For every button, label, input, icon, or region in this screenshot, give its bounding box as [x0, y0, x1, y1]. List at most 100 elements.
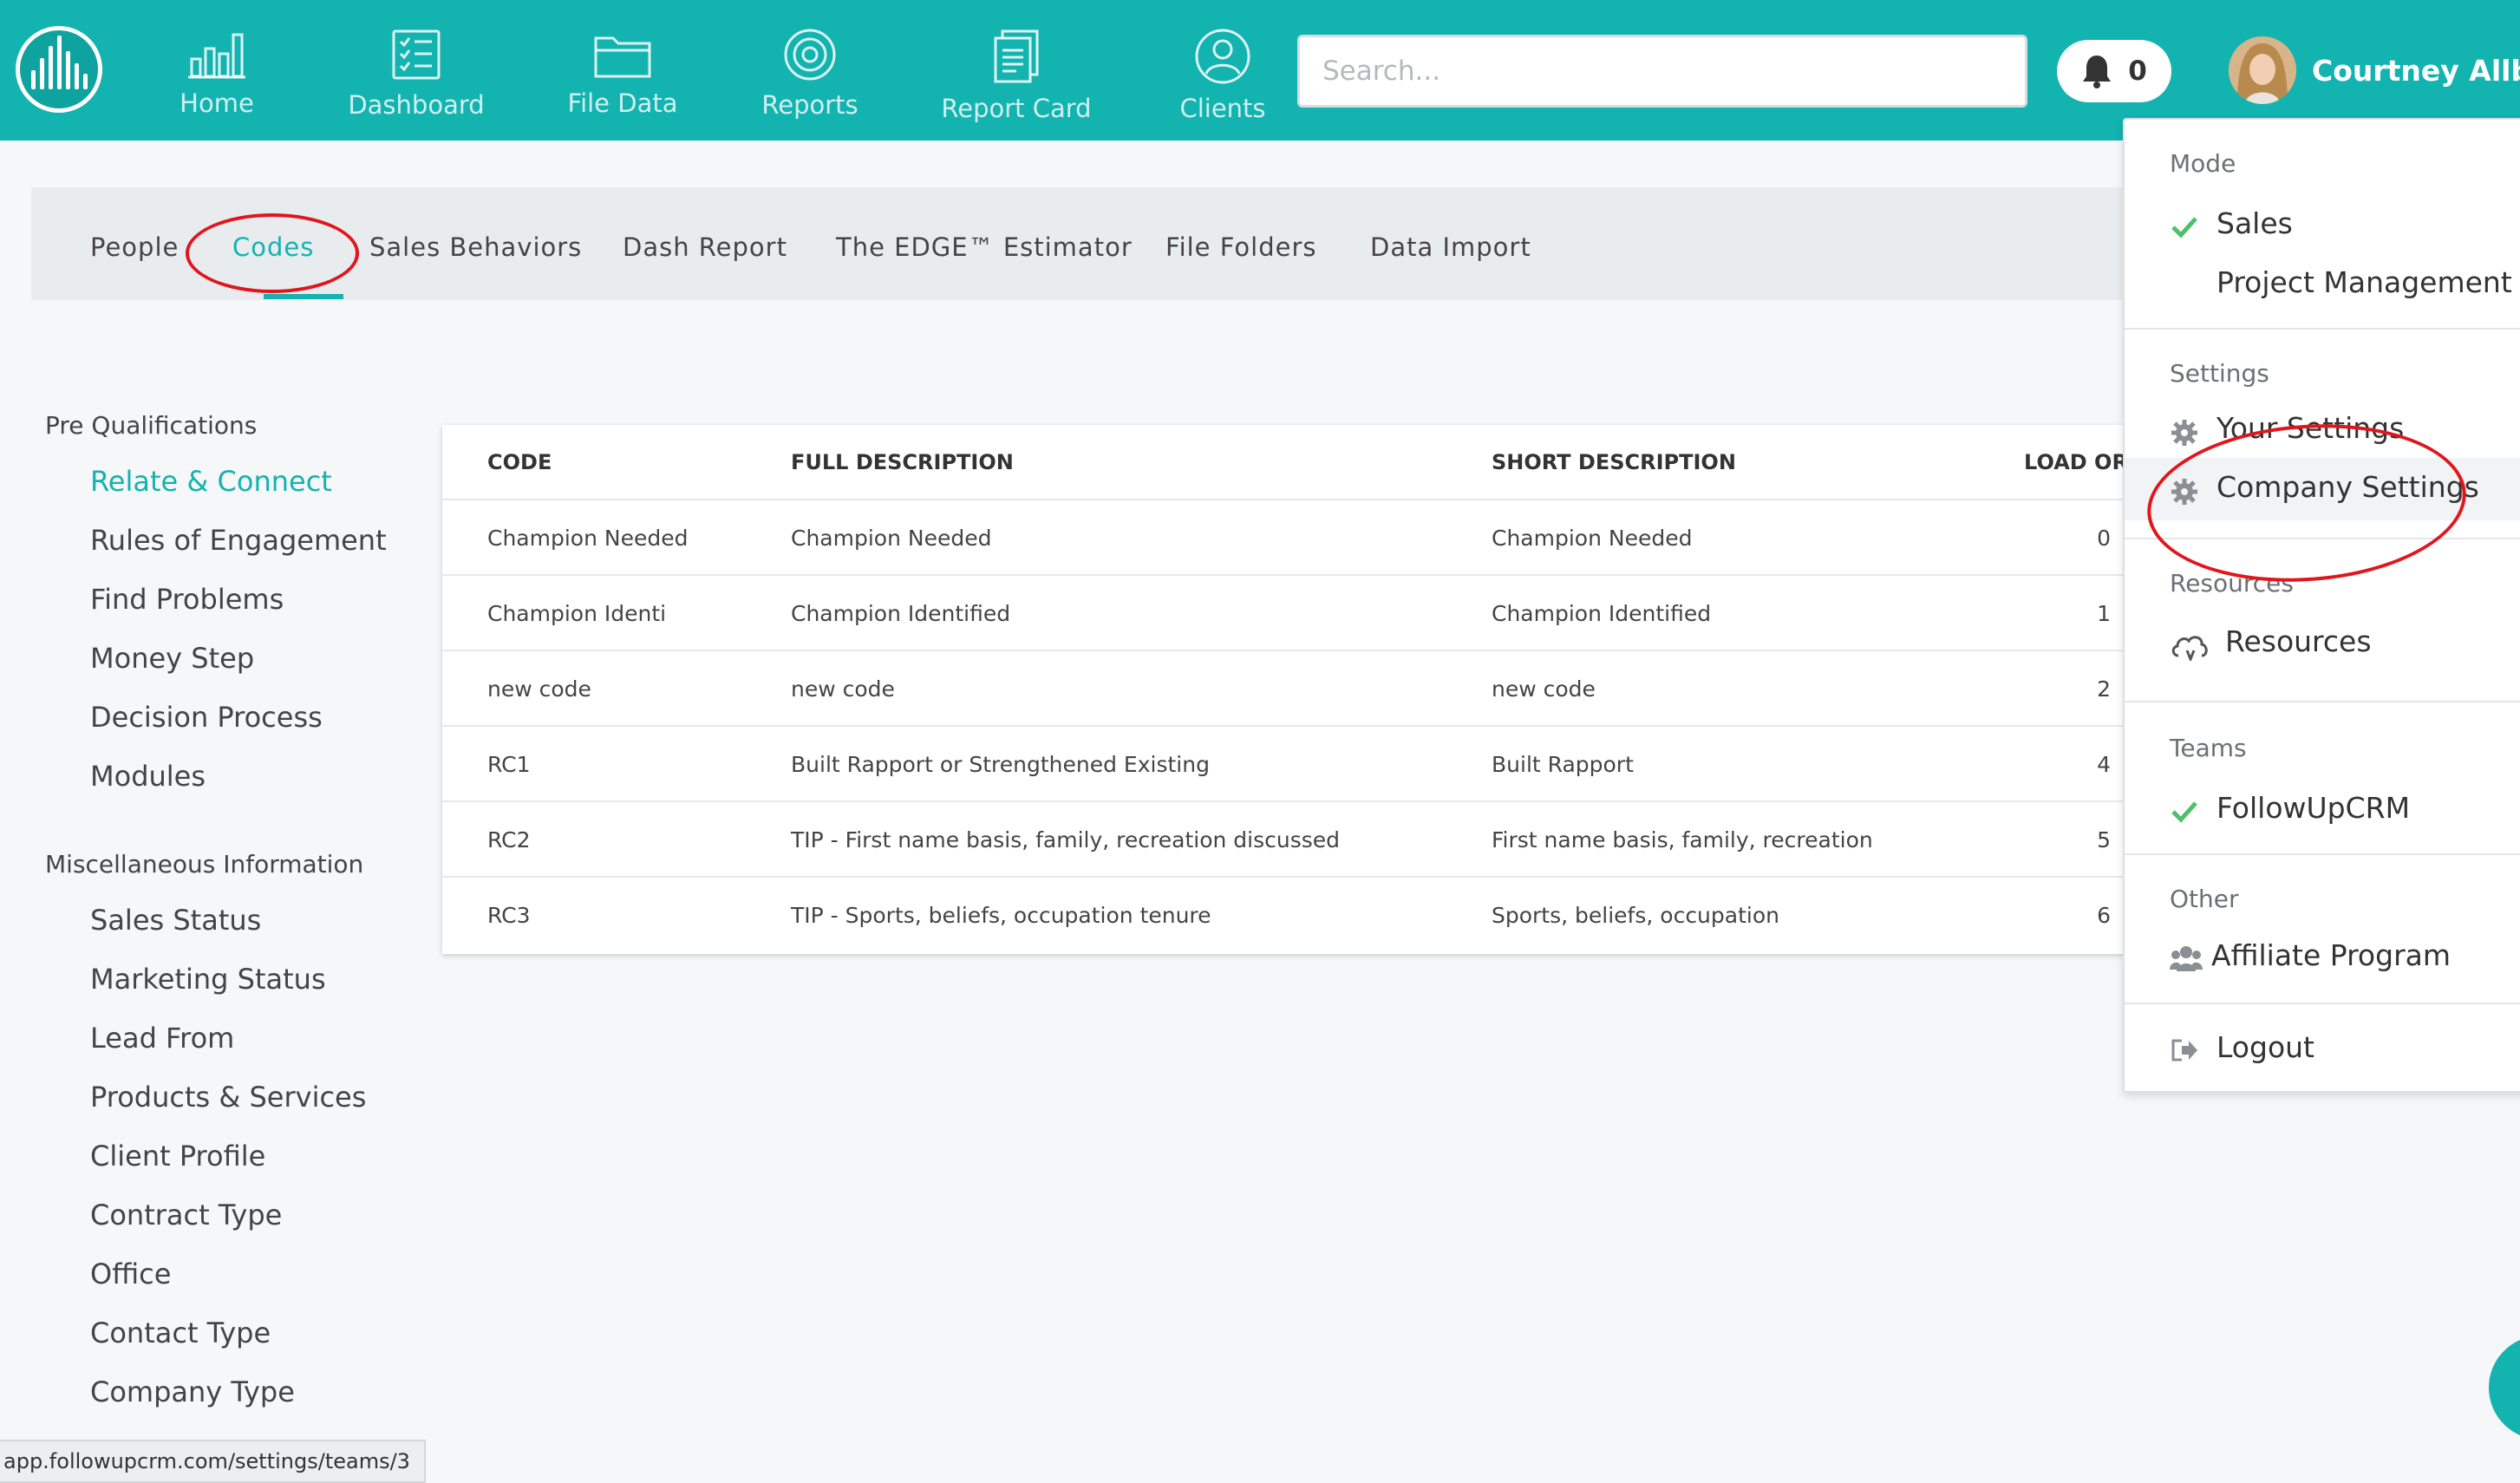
column-header-short-description[interactable]: SHORT DESCRIPTION — [1492, 425, 1736, 500]
cell-full-description: Champion Needed — [791, 526, 992, 551]
sidebar-item-contract-type[interactable]: Contract Type — [90, 1199, 282, 1231]
sidebar-item-relate-connect[interactable]: Relate & Connect — [90, 465, 332, 498]
menu-item-mode-sales[interactable]: Sales — [2216, 206, 2293, 240]
dropdown-section-settings: Settings — [2170, 359, 2269, 388]
sidebar-item-company-type[interactable]: Company Type — [90, 1375, 295, 1408]
logout-icon — [2171, 1039, 2197, 1062]
sidebar-item-rules-of-engagement[interactable]: Rules of Engagement — [90, 524, 387, 557]
codes-table: CODE FULL DESCRIPTION SHORT DESCRIPTION … — [442, 425, 2177, 954]
nav-dashboard-label: Dashboard — [348, 90, 485, 120]
nav-reports-label: Reports — [761, 90, 858, 120]
sidebar-item-marketing-status[interactable]: Marketing Status — [90, 963, 326, 996]
tab-people[interactable]: People — [90, 232, 179, 262]
dropdown-section-mode: Mode — [2170, 149, 2236, 178]
checklist-icon — [392, 29, 441, 80]
cell-load-order: 6 — [2097, 903, 2111, 928]
app-root: Home Dashboard File Data Reports Report — [0, 0, 2520, 1483]
sidebar-item-find-problems[interactable]: Find Problems — [90, 583, 284, 616]
table-header-row: CODE FULL DESCRIPTION SHORT DESCRIPTION … — [442, 425, 2177, 500]
table-row[interactable]: RC1 Built Rapport or Strengthened Existi… — [442, 727, 2177, 802]
cell-code: Champion Identi — [487, 601, 667, 626]
cell-load-order: 0 — [2097, 526, 2111, 551]
cell-full-description: Champion Identified — [791, 601, 1011, 626]
nav-file-data-label: File Data — [567, 88, 678, 118]
sidebar-item-client-profile[interactable]: Client Profile — [90, 1140, 265, 1173]
folder-icon — [594, 36, 651, 78]
tab-edge-estimator[interactable]: The EDGE™ Estimator — [836, 232, 1133, 262]
sidebar-item-contact-type[interactable]: Contact Type — [90, 1316, 271, 1349]
cloud-icon — [2171, 636, 2208, 661]
dropdown-divider — [2125, 1003, 2520, 1004]
active-tab-indicator — [264, 294, 343, 299]
user-dropdown-menu: Mode Sales Project Management Settings Y… — [2123, 118, 2520, 1093]
sidebar-item-modules[interactable]: Modules — [90, 760, 206, 793]
cell-full-description: TIP - Sports, beliefs, occupation tenure — [791, 903, 1211, 928]
nav-clients[interactable]: Clients — [1145, 28, 1301, 132]
menu-item-team-followupcrm[interactable]: FollowUpCRM — [2216, 791, 2410, 825]
sidebar-item-money-step[interactable]: Money Step — [90, 642, 254, 675]
check-icon — [2171, 217, 2197, 238]
nav-dashboard[interactable]: Dashboard — [338, 28, 494, 132]
cell-code: Champion Needed — [487, 526, 689, 551]
cell-short-description: Sports, beliefs, occupation — [1492, 903, 1779, 928]
menu-item-logout[interactable]: Logout — [2216, 1030, 2314, 1064]
sidebar-section-misc-information: Miscellaneous Information — [45, 850, 364, 879]
dropdown-divider — [2125, 701, 2520, 702]
cell-short-description: Champion Identified — [1492, 601, 1712, 626]
notifications-button[interactable]: 0 — [2057, 40, 2171, 102]
nav-report-card-label: Report Card — [941, 94, 1092, 123]
cell-code: RC3 — [487, 903, 531, 928]
nav-home[interactable]: Home — [139, 28, 295, 132]
chat-widget-button[interactable] — [2489, 1336, 2520, 1440]
tab-sales-behaviors[interactable]: Sales Behaviors — [369, 232, 582, 262]
menu-item-mode-project-management[interactable]: Project Management — [2216, 265, 2512, 299]
menu-item-affiliate-program[interactable]: Affiliate Program — [2211, 938, 2451, 972]
user-name[interactable]: Courtney Allbee — [2312, 54, 2520, 88]
sidebar-item-lead-from[interactable]: Lead From — [90, 1022, 234, 1055]
sidebar-item-office[interactable]: Office — [90, 1258, 171, 1290]
cell-full-description: Built Rapport or Strengthened Existing — [791, 752, 1210, 777]
search-input[interactable] — [1297, 35, 2027, 108]
dropdown-section-other: Other — [2170, 885, 2239, 913]
table-row[interactable]: Champion Needed Champion Needed Champion… — [442, 500, 2177, 576]
user-avatar[interactable] — [2229, 36, 2296, 104]
table-row[interactable]: RC2 TIP - First name basis, family, recr… — [442, 802, 2177, 878]
target-icon — [784, 29, 836, 81]
cell-load-order: 2 — [2097, 676, 2111, 702]
table-row[interactable]: Champion Identi Champion Identified Cham… — [442, 576, 2177, 651]
nav-reports[interactable]: Reports — [732, 28, 888, 132]
cell-short-description: new code — [1492, 676, 1596, 702]
nav-home-label: Home — [180, 88, 254, 118]
bar-chart-icon — [188, 33, 245, 79]
nav-report-card[interactable]: Report Card — [938, 28, 1094, 132]
status-bar-url: app.followupcrm.com/settings/teams/3 — [0, 1440, 426, 1483]
annotation-circle-codes — [186, 213, 359, 293]
tab-dash-report[interactable]: Dash Report — [623, 232, 787, 262]
cell-load-order: 1 — [2097, 601, 2111, 626]
cell-code: RC2 — [487, 827, 531, 853]
sidebar-item-decision-process[interactable]: Decision Process — [90, 701, 323, 734]
dropdown-divider — [2125, 853, 2520, 855]
nav-clients-label: Clients — [1179, 94, 1266, 123]
users-group-icon — [2170, 946, 2203, 971]
tab-file-folders[interactable]: File Folders — [1165, 232, 1316, 262]
table-row[interactable]: new code new code new code 2 — [442, 651, 2177, 727]
gear-icon — [2171, 420, 2197, 446]
bell-icon — [2083, 56, 2112, 88]
nav-file-data[interactable]: File Data — [545, 28, 701, 132]
cell-load-order: 4 — [2097, 752, 2111, 777]
cell-load-order: 5 — [2097, 827, 2111, 853]
app-logo-icon[interactable] — [16, 26, 102, 113]
cell-full-description: new code — [791, 676, 895, 702]
column-header-code[interactable]: CODE — [487, 425, 552, 500]
table-row[interactable]: RC3 TIP - Sports, beliefs, occupation te… — [442, 878, 2177, 953]
column-header-full-description[interactable]: FULL DESCRIPTION — [791, 425, 1014, 500]
sidebar-item-sales-status[interactable]: Sales Status — [90, 904, 261, 937]
cell-short-description: Champion Needed — [1492, 526, 1693, 551]
dropdown-section-teams: Teams — [2170, 734, 2247, 762]
menu-item-resources[interactable]: Resources — [2225, 624, 2372, 658]
tab-data-import[interactable]: Data Import — [1370, 232, 1531, 262]
cell-code: new code — [487, 676, 591, 702]
cell-full-description: TIP - First name basis, family, recreati… — [791, 827, 1341, 853]
sidebar-item-products-services[interactable]: Products & Services — [90, 1081, 366, 1114]
